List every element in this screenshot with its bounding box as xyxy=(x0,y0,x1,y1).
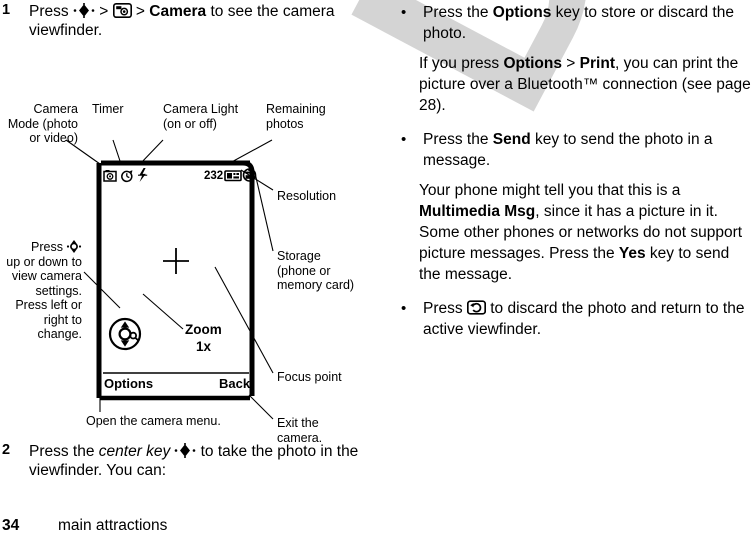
step-2: 2 Press the center key to take the photo… xyxy=(0,442,359,480)
phone-screen-outline xyxy=(96,160,255,401)
zoom-value: 1x xyxy=(196,339,212,354)
camera-light-icon xyxy=(138,168,148,182)
callout-storage: Storage (phone or memory card) xyxy=(277,249,355,292)
callout-press-nav-key: Press up or down to view camera settings… xyxy=(6,240,82,341)
bullet-1-text-a: Press the xyxy=(423,4,493,21)
remaining-photos-count: 232 xyxy=(204,170,224,182)
bullet-3-text: Press to discard the photo and return to… xyxy=(423,298,753,340)
manual-page: 1 Press > > Camera to see the camera vie… xyxy=(0,0,753,547)
bullet-dot-icon: • xyxy=(401,4,407,21)
bullet-1-sub-bold-print: Print xyxy=(579,55,615,72)
step-1-text-c: > xyxy=(131,3,150,20)
step-1-text-a: Press xyxy=(29,3,73,20)
bullet-2-text-a: Press the xyxy=(423,131,493,148)
bullet-dot-icon: • xyxy=(401,300,407,317)
bullet-1-sub-bold-options: Options xyxy=(503,55,562,72)
bullet-2-sub-paragraph: Your phone might tell you that this is a… xyxy=(419,180,753,285)
bullet-2-sub-bold-yes: Yes xyxy=(618,245,646,262)
list-item: • Press the Options key to store or disc… xyxy=(397,2,753,44)
callout-timer: Timer xyxy=(92,102,124,116)
right-column: • Press the Options key to store or disc… xyxy=(397,0,753,547)
bullet-2-bold-send: Send xyxy=(492,131,531,148)
nav-key-small-icon xyxy=(66,240,82,253)
focus-crosshair-icon xyxy=(163,248,189,274)
center-key-icon xyxy=(73,3,95,18)
callout-resolution: Resolution xyxy=(277,189,337,203)
resolution-icon xyxy=(224,170,242,182)
list-item: • Press to discard the photo and return … xyxy=(397,298,753,340)
step-1-number: 1 xyxy=(2,2,11,18)
softkey-options[interactable]: Options xyxy=(104,376,153,391)
step-2-italic-center-key: center key xyxy=(98,443,171,460)
footer-section-title: main attractions xyxy=(58,517,168,534)
timer-icon xyxy=(121,170,133,183)
callout-camera-mode: Camera Mode (photo or video) xyxy=(7,102,78,145)
bullet-2-sub-bold-multimedia-msg: Multimedia Msg xyxy=(419,203,536,220)
nav-key-zoom-icon xyxy=(108,317,142,351)
back-key-icon xyxy=(466,300,486,315)
bullet-1-sub-text-a: If you press xyxy=(419,55,504,72)
step-2-number: 2 xyxy=(2,442,11,458)
step-1-text: Press > > Camera to see the camera viewf… xyxy=(29,2,359,40)
callout-camera-light: Camera Light (on or off) xyxy=(163,102,239,131)
list-item: • Press the Send key to send the photo i… xyxy=(397,129,753,171)
callout-open-camera-menu: Open the camera menu. xyxy=(86,414,221,428)
callout-remaining-photos: Remaining photos xyxy=(266,102,326,131)
bullet-1-sub-paragraph: If you press Options > Print, you can pr… xyxy=(419,53,753,116)
step-2-text: Press the center key to take the photo i… xyxy=(29,442,359,480)
step-1: 1 Press > > Camera to see the camera vie… xyxy=(0,2,359,40)
step-2-text-a: Press the xyxy=(29,443,99,460)
page-number: 34 xyxy=(2,517,20,534)
camera-mode-icon xyxy=(103,170,117,182)
zoom-label: Zoom xyxy=(185,322,222,337)
page-footer: 34 main attractions xyxy=(0,517,380,539)
bullet-2-text: Press the Send key to send the photo in … xyxy=(423,129,753,171)
callout-focus-point: Focus point xyxy=(277,370,342,384)
center-key-icon xyxy=(174,443,196,458)
step-1-text-b: > xyxy=(94,3,113,20)
camera-key-icon xyxy=(112,3,132,18)
camera-viewfinder-diagram: Zoom 1x 232 Options Back Camera Mode (ph… xyxy=(0,46,380,445)
bullet-1-sub-text-b: > xyxy=(562,55,580,72)
bullet-2-sub-text-a: Your phone might tell you that this is a xyxy=(419,182,681,199)
softkey-back[interactable]: Back xyxy=(219,376,250,391)
bullet-1-text: Press the Options key to store or discar… xyxy=(423,2,753,44)
step-1-bold-camera: Camera xyxy=(149,3,207,20)
callout-exit-camera: Exit the camera. xyxy=(277,416,323,445)
bullet-1-bold-options: Options xyxy=(492,4,552,21)
left-column: 1 Press > > Camera to see the camera vie… xyxy=(0,0,380,547)
bullet-3-text-a: Press xyxy=(423,300,467,317)
bullet-dot-icon: • xyxy=(401,131,407,148)
